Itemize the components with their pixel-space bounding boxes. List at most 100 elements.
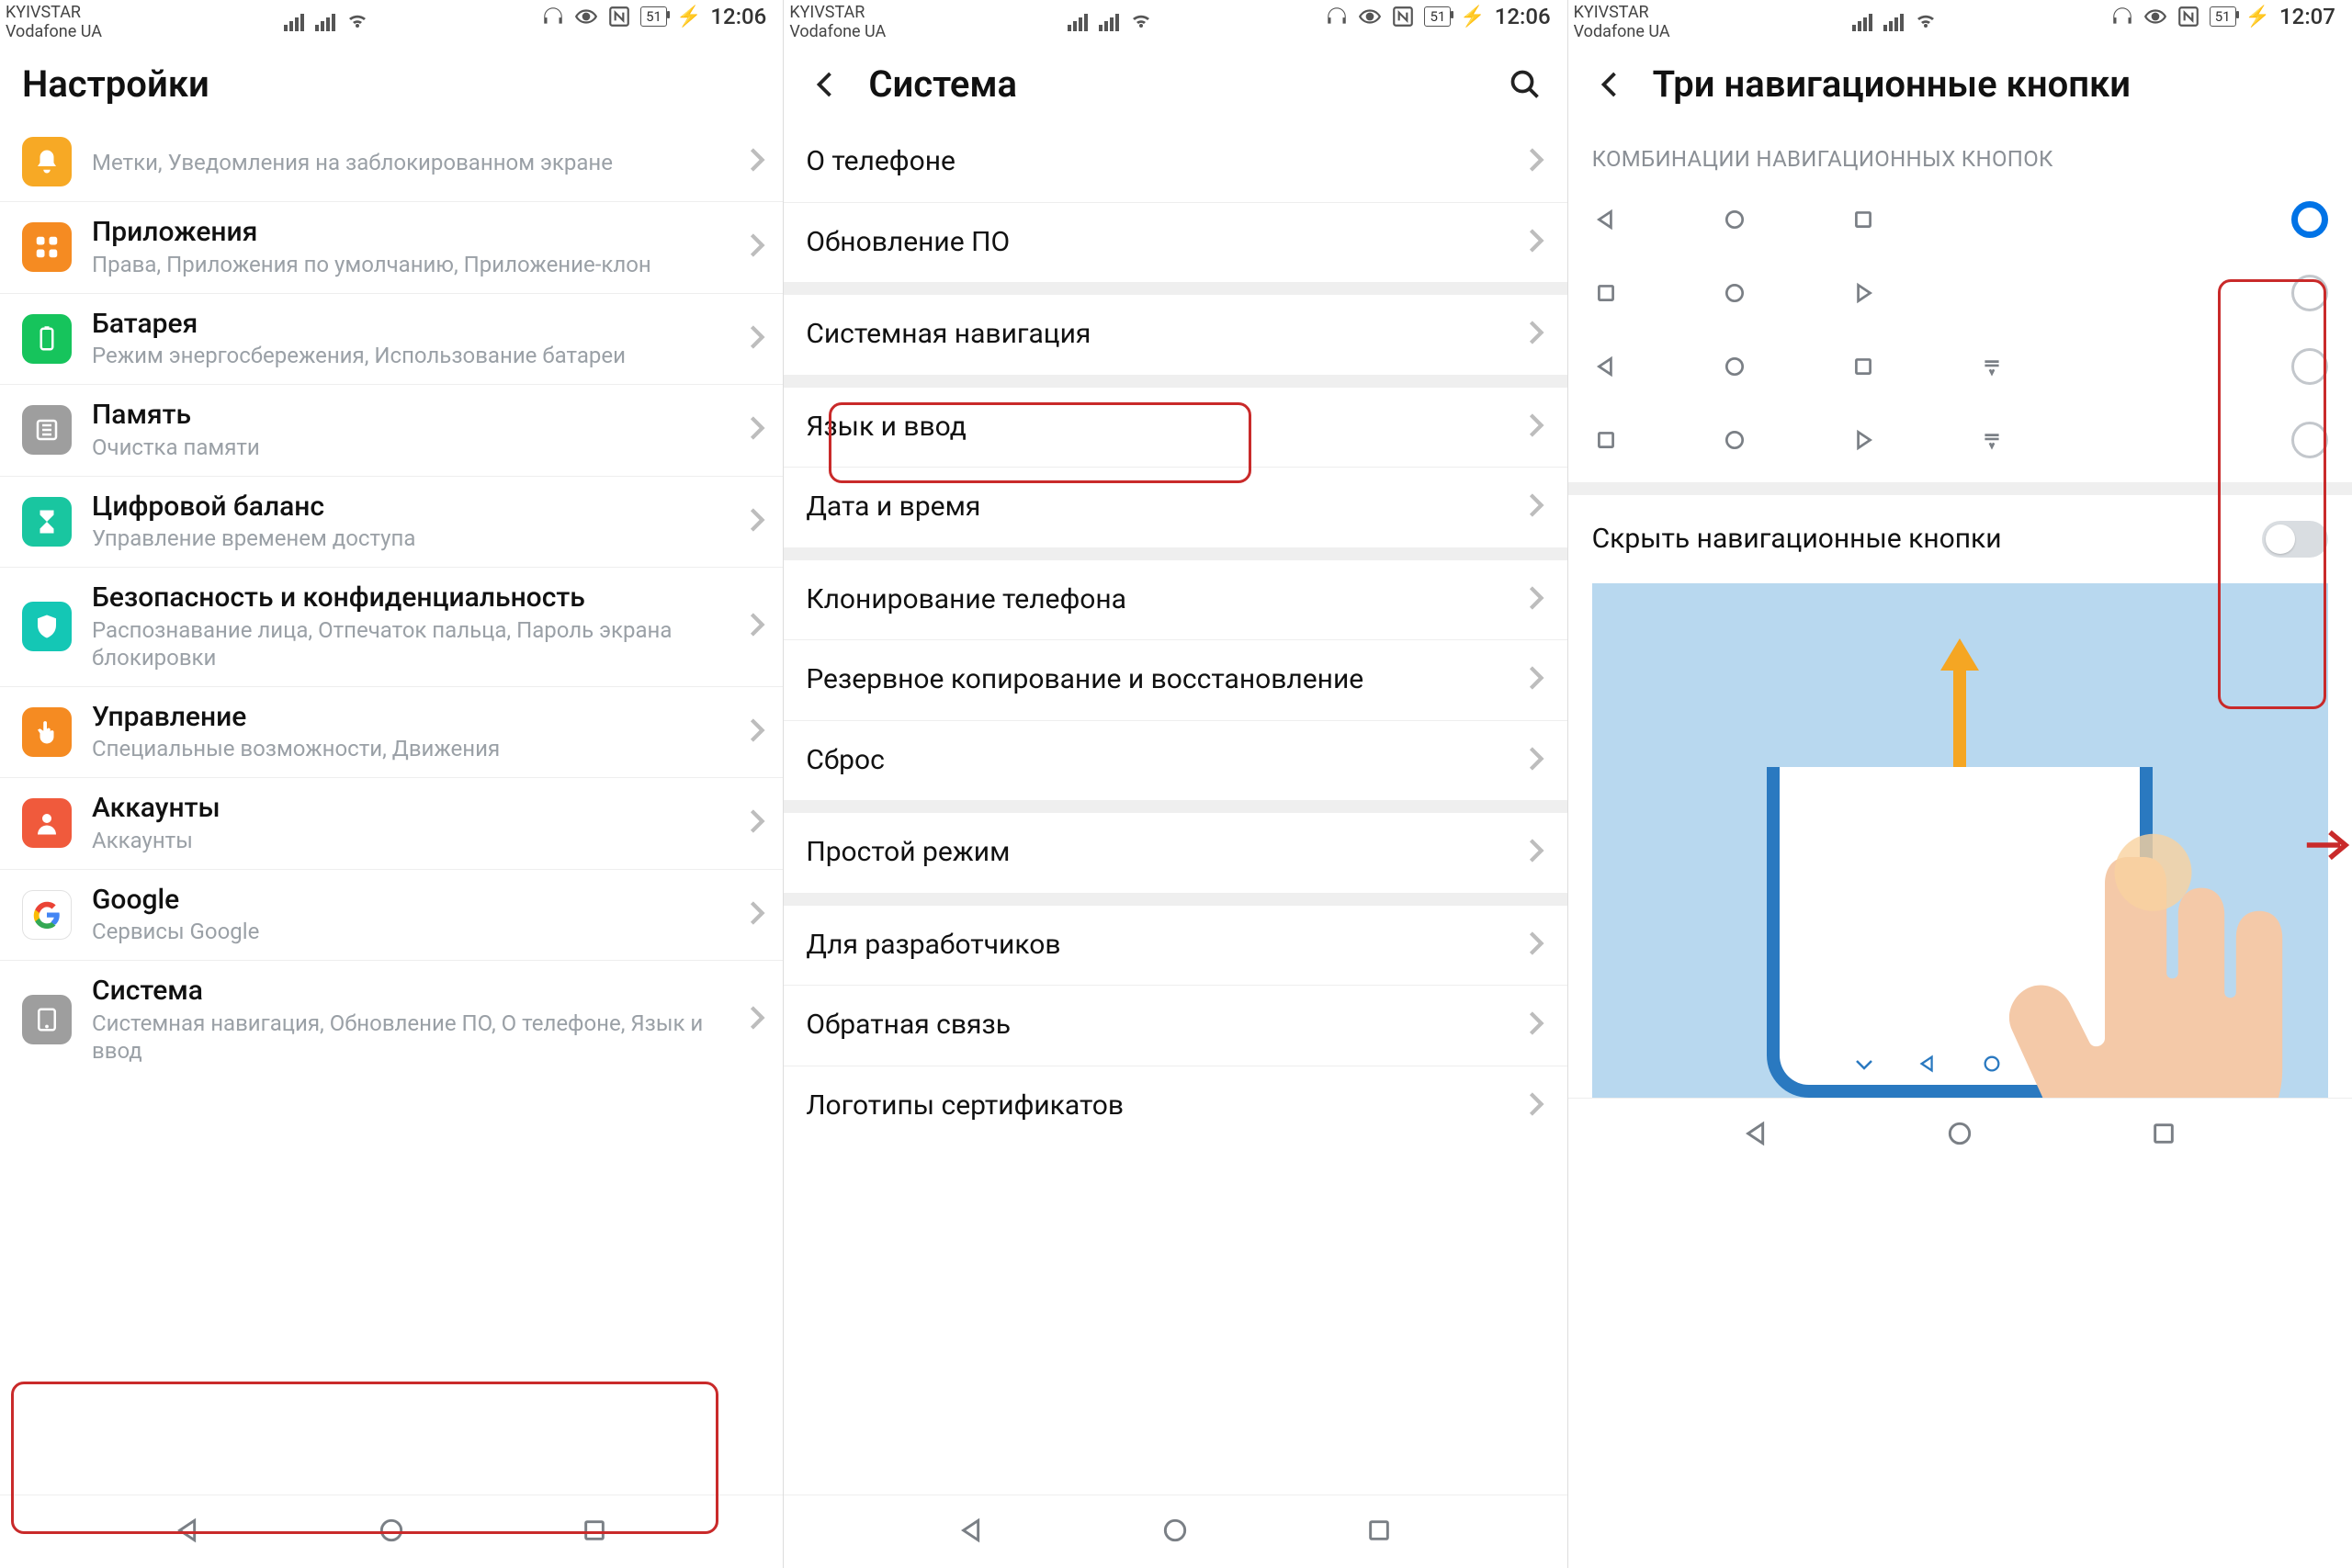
toggle-label: Скрыть навигационные кнопки [1592, 524, 2002, 556]
toggle-switch[interactable] [2262, 521, 2328, 558]
nav-back-icon[interactable] [174, 1516, 203, 1549]
apps-icon [22, 222, 72, 272]
nav-combo-option[interactable] [1568, 330, 2352, 403]
settings-row-security[interactable]: Безопасность и конфиденциальностьРаспозн… [0, 568, 783, 687]
search-button[interactable] [1505, 64, 1545, 105]
back-button[interactable] [806, 64, 846, 105]
row-title: Язык и ввод [806, 412, 1526, 444]
system-row[interactable]: Системная навигация [784, 295, 1566, 375]
chevron-right-icon [1527, 585, 1545, 615]
radio-button[interactable] [2291, 201, 2328, 238]
system-row[interactable]: Резервное копирование и восстановление [784, 640, 1566, 721]
row-title: Клонирование телефона [806, 584, 1526, 616]
chevron-right-icon [748, 507, 766, 536]
clock: 12:07 [2279, 4, 2335, 29]
headset-icon [1325, 5, 1349, 28]
settings-row-notifications[interactable]: Метки, Уведомления на заблокированном эк… [0, 122, 783, 202]
radio-button[interactable] [2291, 348, 2328, 385]
chevron-right-icon [1527, 228, 1545, 257]
battery-icon: 51 [2210, 6, 2236, 27]
row-title: Обновление ПО [806, 227, 1526, 259]
nav-home-icon[interactable] [377, 1516, 406, 1549]
system-row[interactable]: Обновление ПО [784, 203, 1566, 283]
system-row[interactable]: Дата и время [784, 468, 1566, 547]
row-title: Простой режим [806, 837, 1526, 869]
signal-icon [1852, 14, 1872, 31]
nav-recent-icon[interactable] [2149, 1119, 2178, 1152]
row-subtitle: Управление временем доступа [92, 525, 748, 552]
chevron-right-icon [748, 232, 766, 262]
settings-row-google[interactable]: GoogleСервисы Google [0, 870, 783, 962]
nav-recent-icon [1849, 353, 1877, 380]
battery-icon: 51 [1424, 6, 1451, 27]
system-row[interactable]: О телефоне [784, 122, 1566, 203]
status-bar: KYIVSTARVodafone UA 51 ⚡ 12:06 [0, 0, 783, 50]
radio-button[interactable] [2291, 275, 2328, 311]
signal-icon [1099, 14, 1119, 31]
row-title: Аккаунты [92, 793, 748, 825]
hand-illustration [1970, 818, 2328, 1098]
nfc-icon [2177, 5, 2200, 28]
nav-home-icon [1721, 426, 1748, 454]
signal-icon [1883, 14, 1904, 31]
nav-combo-option[interactable] [1568, 256, 2352, 330]
clock: 12:06 [710, 4, 766, 29]
settings-row-accessibility[interactable]: УправлениеСпециальные возможности, Движе… [0, 687, 783, 779]
system-row[interactable]: Язык и ввод [784, 388, 1566, 468]
charging-icon: ⚡ [676, 6, 701, 28]
chevron-right-icon [1527, 665, 1545, 694]
settings-row-storage[interactable]: ПамятьОчистка памяти [0, 385, 783, 477]
system-row[interactable]: Логотипы сертификатов [784, 1066, 1566, 1146]
nfc-icon [607, 5, 631, 28]
nav-recent-icon[interactable] [1364, 1516, 1394, 1549]
row-title: Обратная связь [806, 1010, 1526, 1042]
shield-icon [22, 602, 72, 651]
chevron-right-icon [1527, 838, 1545, 867]
nav-combo-option[interactable] [1568, 183, 2352, 256]
nav-back-icon[interactable] [1742, 1119, 1771, 1152]
back-button[interactable] [1590, 64, 1631, 105]
nav-combo-option[interactable] [1568, 403, 2352, 477]
row-subtitle: Сервисы Google [92, 918, 748, 945]
nav-back-icon [1592, 206, 1620, 233]
settings-row-accounts[interactable]: АккаунтыАккаунты [0, 778, 783, 870]
settings-row-digital-balance[interactable]: Цифровой балансУправление временем досту… [0, 477, 783, 569]
row-title: Логотипы сертификатов [806, 1090, 1526, 1122]
chevron-right-icon [1527, 412, 1545, 442]
system-nav-bar [0, 1495, 783, 1568]
carrier-2: Vodafone UA [6, 22, 102, 41]
nav-back-icon[interactable] [957, 1516, 987, 1549]
system-row[interactable]: Сброс [784, 721, 1566, 801]
system-row[interactable]: Обратная связь [784, 986, 1566, 1066]
battery-icon [22, 314, 72, 364]
charging-icon: ⚡ [2245, 6, 2270, 28]
hide-nav-toggle-row[interactable]: Скрыть навигационные кнопки [1568, 495, 2352, 583]
status-bar: KYIVSTARVodafone UA 51 ⚡ 12:07 [1568, 0, 2352, 50]
settings-row-apps[interactable]: ПриложенияПрава, Приложения по умолчанию… [0, 202, 783, 294]
storage-icon [22, 405, 72, 455]
settings-row-battery[interactable]: БатареяРежим энергосбережения, Использов… [0, 294, 783, 386]
row-title: Дата и время [806, 491, 1526, 524]
nav-home-icon[interactable] [1160, 1516, 1190, 1549]
system-row[interactable]: Для разработчиков [784, 906, 1566, 987]
row-title: Управление [92, 702, 748, 734]
eye-icon [2143, 5, 2167, 28]
row-title: Безопасность и конфиденциальность [92, 582, 748, 615]
system-row[interactable]: Простой режим [784, 813, 1566, 893]
nav-back-icon [1849, 279, 1877, 307]
chevron-right-icon [748, 808, 766, 838]
clock: 12:06 [1495, 4, 1551, 29]
nav-back-icon [1849, 426, 1877, 454]
chevron-right-icon [1527, 1091, 1545, 1121]
settings-row-system[interactable]: СистемаСистемная навигация, Обновление П… [0, 961, 783, 1079]
row-subtitle: Системная навигация, Обновление ПО, О те… [92, 1010, 748, 1065]
system-row[interactable]: Клонирование телефона [784, 560, 1566, 641]
radio-button[interactable] [2291, 422, 2328, 458]
gesture-illustration [1592, 583, 2328, 1098]
nav-recent-icon[interactable] [580, 1516, 609, 1549]
screen-settings: KYIVSTARVodafone UA 51 ⚡ 12:06 Настройки… [0, 0, 784, 1568]
nav-home-icon[interactable] [1945, 1119, 1974, 1152]
row-title: Память [92, 400, 748, 432]
nav-home-icon [1721, 279, 1748, 307]
chevron-right-icon [1527, 492, 1545, 522]
